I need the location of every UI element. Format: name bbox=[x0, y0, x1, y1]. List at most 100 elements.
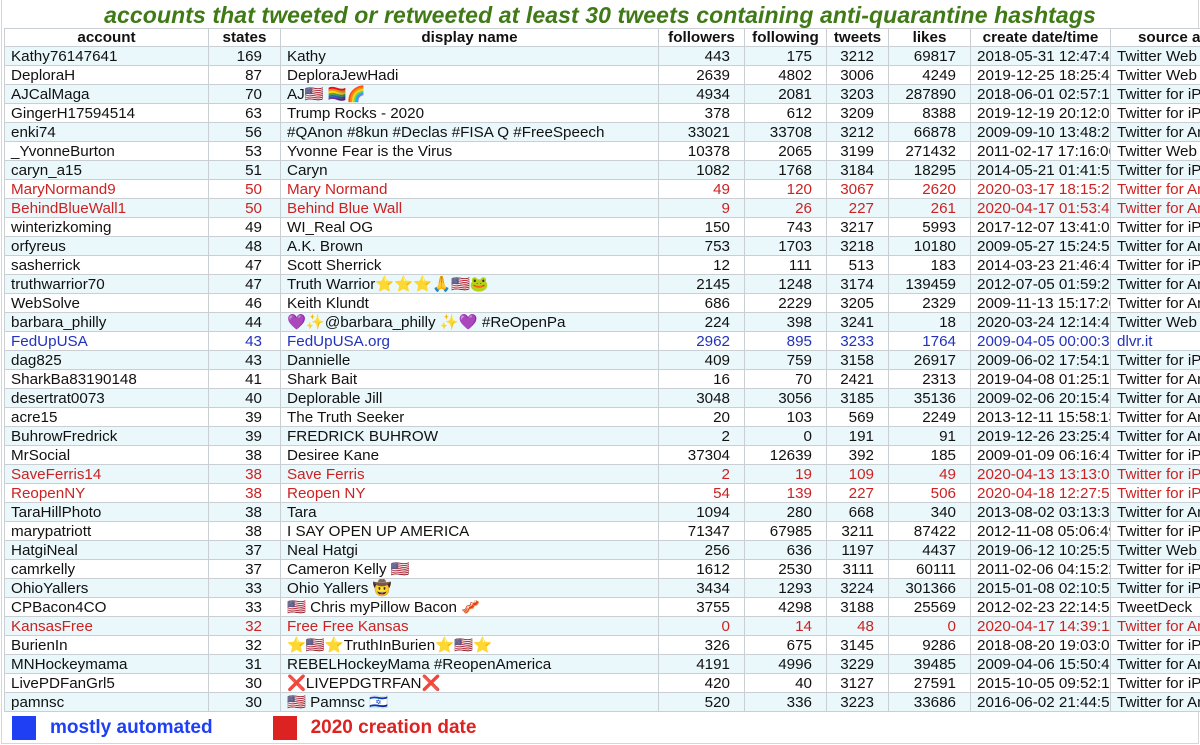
table-row[interactable]: caryn_a15 51 Caryn 1082 1768 3184 18295 2014-05… bbox=[4, 160, 1200, 180]
cell-display-name: Cameron Kelly 🇺🇸 bbox=[280, 559, 659, 579]
cell-likes: 287890 bbox=[888, 84, 971, 104]
cell-likes: 139459 bbox=[888, 274, 971, 294]
cell-following: 111 bbox=[744, 255, 827, 275]
table-row[interactable]: MNHockeymama 31 REBELHockeyMama #ReopenAme… bbox=[4, 654, 1200, 674]
table-row[interactable]: camrkelly 37 Cameron Kelly 🇺🇸 1612 2530 3111 6… bbox=[4, 559, 1200, 579]
cell-followers: 2 bbox=[658, 426, 745, 446]
cell-create-date: 2012-02-23 22:14:59 bbox=[970, 597, 1111, 617]
table-row[interactable]: CPBacon4CO 33 🇺🇸 Chris myPillow Bacon 🥓 375… bbox=[4, 597, 1200, 617]
column-header-tweets[interactable]: tweets bbox=[826, 28, 889, 47]
cell-account: desertrat0073 bbox=[4, 388, 209, 408]
cell-create-date: 2009-09-10 13:48:20 bbox=[970, 122, 1111, 142]
cell-create-date: 2018-06-01 02:57:10 bbox=[970, 84, 1111, 104]
cell-followers: 2 bbox=[658, 464, 745, 484]
cell-source-app: Twitter for Android bbox=[1110, 502, 1200, 522]
cell-tweets: 3212 bbox=[826, 122, 889, 142]
cell-account: SaveFerris14 bbox=[4, 464, 209, 484]
table-row[interactable]: KansasFree 32 Free Free Kansas 0 14 48 0 2020-0… bbox=[4, 616, 1200, 636]
table-row[interactable]: MrSocial 38 Desiree Kane 37304 12639 392 185 20… bbox=[4, 445, 1200, 465]
cell-source-app: Twitter for iPhone bbox=[1110, 464, 1200, 484]
cell-display-name: 🇺🇸 Pamnsc 🇮🇱 bbox=[280, 692, 659, 712]
cell-display-name: Behind Blue Wall bbox=[280, 198, 659, 218]
cell-display-name: Ohio Yallers 🤠 bbox=[280, 578, 659, 598]
cell-tweets: 3188 bbox=[826, 597, 889, 617]
column-header-display-name[interactable]: display name bbox=[280, 28, 659, 47]
cell-followers: 443 bbox=[658, 46, 745, 66]
table-row[interactable]: TaraHillPhoto 38 Tara 1094 280 668 340 2013-08-… bbox=[4, 502, 1200, 522]
table-row[interactable]: orfyreus 48 A.K. Brown 753 1703 3218 10180 2009… bbox=[4, 236, 1200, 256]
cell-followers: 520 bbox=[658, 692, 745, 712]
cell-create-date: 2011-02-06 04:15:22 bbox=[970, 559, 1111, 579]
table-row[interactable]: winterizkoming 49 WI_Real OG 150 743 3217 5993… bbox=[4, 217, 1200, 237]
column-header-states[interactable]: states bbox=[208, 28, 281, 47]
table-row[interactable]: truthwarrior70 47 Truth Warrior⭐⭐⭐🙏🇺🇸🐸 2145… bbox=[4, 274, 1200, 294]
cell-source-app: Twitter for iPhone bbox=[1110, 160, 1200, 180]
table-row[interactable]: sasherrick 47 Scott Sherrick 12 111 513 183 201… bbox=[4, 255, 1200, 275]
table-row[interactable]: BurienIn 32 ⭐🇺🇸⭐TruthInBurien⭐🇺🇸⭐ 326 675 314… bbox=[4, 635, 1200, 655]
cell-likes: 10180 bbox=[888, 236, 971, 256]
table-row[interactable]: OhioYallers 33 Ohio Yallers 🤠 3434 1293 3224 3… bbox=[4, 578, 1200, 598]
cell-tweets: 3212 bbox=[826, 46, 889, 66]
table-row[interactable]: barbara_philly 44 💜✨@barbara_philly ✨💜 #Re… bbox=[4, 312, 1200, 332]
cell-following: 336 bbox=[744, 692, 827, 712]
legend-swatch-red bbox=[272, 716, 297, 740]
cell-likes: 185 bbox=[888, 445, 971, 465]
cell-followers: 20 bbox=[658, 407, 745, 427]
cell-tweets: 3184 bbox=[826, 160, 889, 180]
column-header-followers[interactable]: followers bbox=[658, 28, 745, 47]
cell-tweets: 3006 bbox=[826, 65, 889, 85]
table-row[interactable]: FedUpUSA 43 FedUpUSA.org 2962 895 3233 1764 200… bbox=[4, 331, 1200, 351]
cell-account: LivePDFanGrl5 bbox=[4, 673, 209, 693]
table-row[interactable]: SaveFerris14 38 Save Ferris 2 19 109 49 2020-04… bbox=[4, 464, 1200, 484]
table-row[interactable]: Kathy76147641 169 Kathy 443 175 3212 69817 2018… bbox=[4, 46, 1200, 66]
table-row[interactable]: marypatriott 38 I SAY OPEN UP AMERICA 71347… bbox=[4, 521, 1200, 541]
cell-display-name: The Truth Seeker bbox=[280, 407, 659, 427]
column-header-likes[interactable]: likes bbox=[888, 28, 971, 47]
cell-following: 280 bbox=[744, 502, 827, 522]
table-row[interactable]: enki74 56 #QAnon #8kun #Declas #FISA Q #Fr… bbox=[4, 122, 1200, 142]
table-row[interactable]: DeploraH 87 DeploraJewHadi 2639 4802 3006 4249… bbox=[4, 65, 1200, 85]
table-row[interactable]: LivePDFanGrl5 30 ❌LIVEPDGTRFAN❌ 420 40 3127 27… bbox=[4, 673, 1200, 693]
cell-followers: 54 bbox=[658, 483, 745, 503]
table-row[interactable]: AJCalMaga 70 AJ🇺🇸 🏳️‍🌈🌈 4934 2081 3203 287890 2… bbox=[4, 84, 1200, 104]
table-row[interactable]: acre15 39 The Truth Seeker 20 103 569 2249 2013… bbox=[4, 407, 1200, 427]
table-row[interactable]: desertrat0073 40 Deplorable Jill 3048 3056 31… bbox=[4, 388, 1200, 408]
cell-tweets: 3158 bbox=[826, 350, 889, 370]
table-row[interactable]: _YvonneBurton 53 Yvonne Fear is the Virus 1… bbox=[4, 141, 1200, 161]
cell-display-name: FREDRICK BUHROW bbox=[280, 426, 659, 446]
cell-following: 26 bbox=[744, 198, 827, 218]
cell-states: 43 bbox=[208, 331, 281, 351]
cell-likes: 506 bbox=[888, 483, 971, 503]
table-row[interactable]: HatgiNeal 37 Neal Hatgi 256 636 1197 4437 2019-… bbox=[4, 540, 1200, 560]
table-row[interactable]: GingerH17594514 63 Trump Rocks - 2020 378 61… bbox=[4, 103, 1200, 123]
cell-following: 743 bbox=[744, 217, 827, 237]
table-row[interactable]: dag825 43 Dannielle 409 759 3158 26917 2009-06-… bbox=[4, 350, 1200, 370]
cell-display-name: Trump Rocks - 2020 bbox=[280, 103, 659, 123]
column-header-source-app[interactable]: source app bbox=[1110, 28, 1200, 47]
cell-followers: 686 bbox=[658, 293, 745, 313]
cell-states: 39 bbox=[208, 407, 281, 427]
table-row[interactable]: MaryNormand9 50 Mary Normand 49 120 3067 2620 2… bbox=[4, 179, 1200, 199]
cell-likes: 1764 bbox=[888, 331, 971, 351]
column-header-following[interactable]: following bbox=[744, 28, 827, 47]
cell-create-date: 2011-02-17 17:16:06 bbox=[970, 141, 1111, 161]
table-row[interactable]: WebSolve 46 Keith Klundt 686 2229 3205 2329 200… bbox=[4, 293, 1200, 313]
cell-source-app: Twitter for iPhone bbox=[1110, 445, 1200, 465]
column-header-create-date[interactable]: create date/time bbox=[970, 28, 1111, 47]
cell-account: TaraHillPhoto bbox=[4, 502, 209, 522]
table-row[interactable]: ReopenNY 38 Reopen NY 54 139 227 506 2020-04-18… bbox=[4, 483, 1200, 503]
table-row[interactable]: BehindBlueWall1 50 Behind Blue Wall 9 26 227 2… bbox=[4, 198, 1200, 218]
cell-account: KansasFree bbox=[4, 616, 209, 636]
table-row[interactable]: pamnsc 30 🇺🇸 Pamnsc 🇮🇱 520 336 3223 33686 2016-… bbox=[4, 692, 1200, 712]
cell-account: pamnsc bbox=[4, 692, 209, 712]
cell-display-name: Keith Klundt bbox=[280, 293, 659, 313]
cell-display-name: Truth Warrior⭐⭐⭐🙏🇺🇸🐸 bbox=[280, 274, 659, 294]
cell-likes: 261 bbox=[888, 198, 971, 218]
cell-likes: 2329 bbox=[888, 293, 971, 313]
column-header-account[interactable]: account bbox=[4, 28, 209, 47]
cell-display-name: Caryn bbox=[280, 160, 659, 180]
table-row[interactable]: BuhrowFredrick 39 FREDRICK BUHROW 2 0 191 91 20… bbox=[4, 426, 1200, 446]
table-row[interactable]: SharkBa83190148 41 Shark Bait 16 70 2421 2313 2… bbox=[4, 369, 1200, 389]
cell-account: WebSolve bbox=[4, 293, 209, 313]
cell-followers: 3755 bbox=[658, 597, 745, 617]
